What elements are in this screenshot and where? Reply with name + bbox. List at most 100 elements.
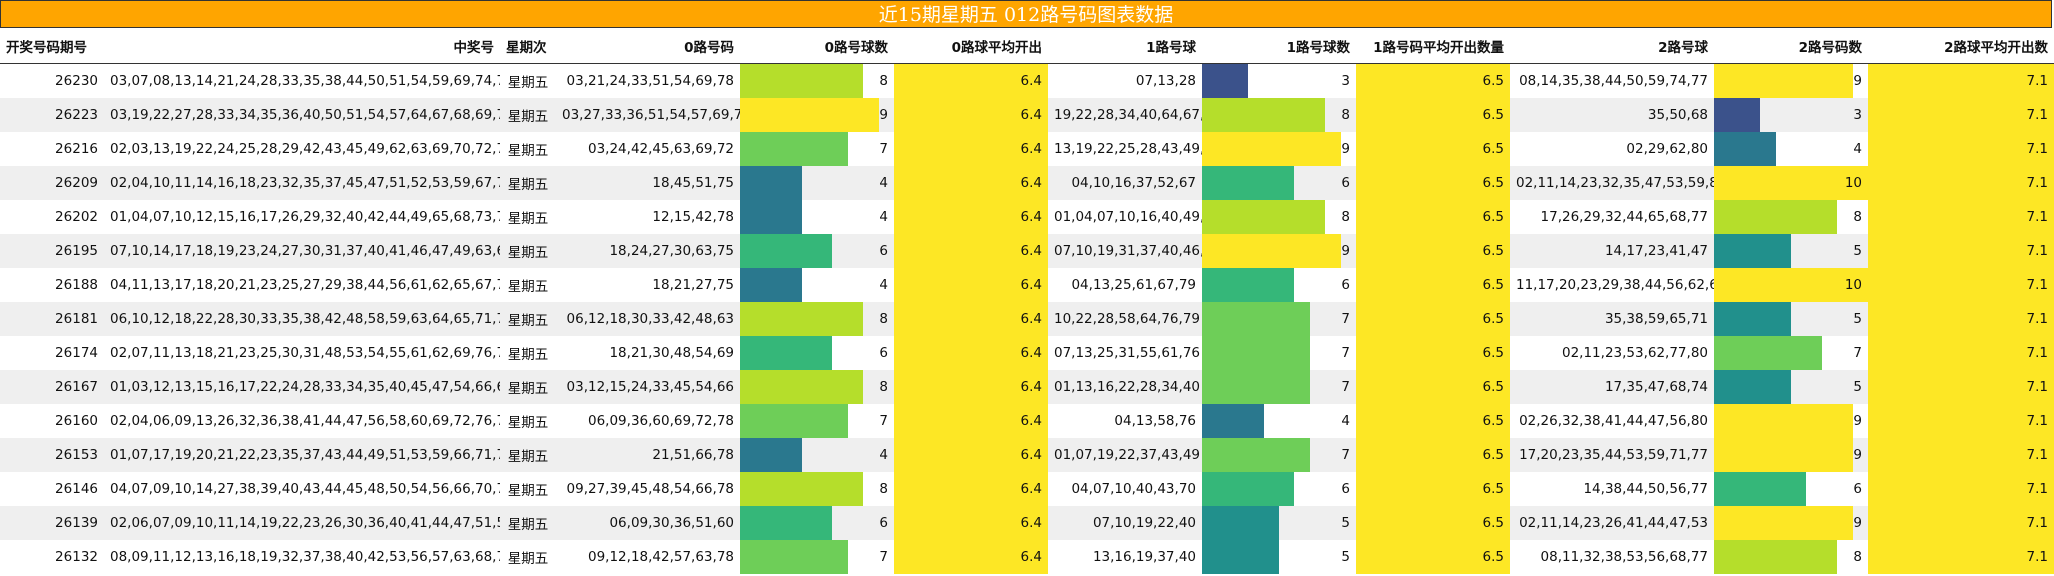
cell-r0-avg: 6.4 — [894, 336, 1048, 370]
cell-r2-numbers: 02,11,14,23,32,35,47,53,59,80 — [1510, 166, 1714, 200]
cell-r2-count: 5 — [1714, 370, 1868, 404]
cell-r0-numbers: 09,27,39,45,48,54,66,78 — [556, 472, 740, 506]
header-numbers[interactable]: 中奖号 — [104, 28, 500, 64]
count-value: 9 — [1341, 243, 1350, 259]
count-value: 4 — [879, 209, 888, 225]
cell-r2-avg: 7.1 — [1868, 336, 2054, 370]
cell-r0-avg: 6.4 — [894, 370, 1048, 404]
count-value: 5 — [1853, 311, 1862, 327]
header-weekday[interactable]: 星期次 — [500, 28, 556, 64]
cell-winning-numbers: 02,03,13,19,22,24,25,28,29,42,43,45,49,6… — [104, 132, 500, 166]
report-title: 近15期星期五 012路号码图表数据 — [0, 0, 2052, 28]
cell-winning-numbers: 04,11,13,17,18,20,21,23,25,27,29,38,44,5… — [104, 268, 500, 302]
cell-r2-numbers: 02,26,32,38,41,44,47,56,80 — [1510, 404, 1714, 438]
cell-r1-numbers: 07,10,19,22,40 — [1048, 506, 1202, 540]
count-value: 9 — [1853, 73, 1862, 89]
cell-r0-numbers: 18,21,30,48,54,69 — [556, 336, 740, 370]
count-value: 9 — [1853, 515, 1862, 531]
table-row: 26167 01,03,12,13,15,16,17,22,24,28,33,34… — [0, 370, 2054, 404]
header-r0-count[interactable]: 0路号球数 — [740, 28, 894, 64]
header-r2-numbers[interactable]: 2路号球 — [1510, 28, 1714, 64]
cell-r2-count: 3 — [1714, 98, 1868, 132]
cell-r1-numbers: 04,10,16,37,52,67 — [1048, 166, 1202, 200]
cell-weekday: 星期五 — [500, 268, 556, 302]
count-value: 10 — [1844, 277, 1862, 293]
header-period[interactable]: 开奖号码期号 — [0, 28, 104, 64]
cell-r1-avg: 6.5 — [1356, 234, 1510, 268]
header-r0-avg[interactable]: 0路球平均开出 — [894, 28, 1048, 64]
table-row: 26139 02,06,07,09,10,11,14,19,22,23,26,30… — [0, 506, 2054, 540]
count-value: 6 — [1853, 481, 1862, 497]
count-value: 10 — [1844, 175, 1862, 191]
cell-r2-count: 9 — [1714, 404, 1868, 438]
header-r0-numbers[interactable]: 0路号码 — [556, 28, 740, 64]
cell-r2-numbers: 14,17,23,41,47 — [1510, 234, 1714, 268]
cell-r1-avg: 6.5 — [1356, 506, 1510, 540]
cell-period: 26146 — [0, 472, 104, 506]
cell-r2-count: 9 — [1714, 438, 1868, 472]
cell-r1-count: 3 — [1202, 63, 1356, 98]
cell-r0-avg: 6.4 — [894, 268, 1048, 302]
cell-r0-numbers: 18,24,27,30,63,75 — [556, 234, 740, 268]
cell-period: 26202 — [0, 200, 104, 234]
cell-r0-avg: 6.4 — [894, 472, 1048, 506]
cell-r1-numbers: 04,07,10,40,43,70 — [1048, 472, 1202, 506]
header-r1-avg[interactable]: 1路号码平均开出数量 — [1356, 28, 1510, 64]
cell-r1-avg: 6.5 — [1356, 302, 1510, 336]
cell-r0-avg: 6.4 — [894, 540, 1048, 574]
header-r2-count[interactable]: 2路号码数 — [1714, 28, 1868, 64]
cell-r1-avg: 6.5 — [1356, 404, 1510, 438]
header-r2-avg[interactable]: 2路球平均开出数 — [1868, 28, 2054, 64]
count-value: 4 — [1341, 413, 1350, 429]
cell-period: 26139 — [0, 506, 104, 540]
count-value: 9 — [1341, 141, 1350, 157]
cell-r0-avg: 6.4 — [894, 404, 1048, 438]
table-row: 26188 04,11,13,17,18,20,21,23,25,27,29,38… — [0, 268, 2054, 302]
count-value: 3 — [1853, 107, 1862, 123]
cell-r1-count: 6 — [1202, 166, 1356, 200]
cell-r2-numbers: 02,11,23,53,62,77,80 — [1510, 336, 1714, 370]
cell-r1-avg: 6.5 — [1356, 98, 1510, 132]
table-row: 26153 01,07,17,19,20,21,22,23,35,37,43,44… — [0, 438, 2054, 472]
count-value: 6 — [1341, 481, 1350, 497]
cell-r1-numbers: 19,22,28,34,40,64,67,79 — [1048, 98, 1202, 132]
cell-r0-count: 8 — [740, 63, 894, 98]
cell-r1-avg: 6.5 — [1356, 438, 1510, 472]
cell-weekday: 星期五 — [500, 234, 556, 268]
cell-period: 26195 — [0, 234, 104, 268]
header-r1-count[interactable]: 1路号球数 — [1202, 28, 1356, 64]
cell-winning-numbers: 01,04,07,10,12,15,16,17,26,29,32,40,42,4… — [104, 200, 500, 234]
cell-winning-numbers: 08,09,11,12,13,16,18,19,32,37,38,40,42,5… — [104, 540, 500, 574]
count-value: 5 — [1853, 243, 1862, 259]
table-row: 26223 03,19,22,27,28,33,34,35,36,40,50,51… — [0, 98, 2054, 132]
cell-r0-count: 6 — [740, 234, 894, 268]
cell-r0-avg: 6.4 — [894, 63, 1048, 98]
cell-r1-numbers: 01,04,07,10,16,40,49,73 — [1048, 200, 1202, 234]
cell-r0-count: 7 — [740, 404, 894, 438]
count-value: 8 — [1853, 209, 1862, 225]
cell-weekday: 星期五 — [500, 370, 556, 404]
count-value: 9 — [1853, 447, 1862, 463]
count-value: 8 — [879, 311, 888, 327]
cell-r0-numbers: 03,12,15,24,33,45,54,66 — [556, 370, 740, 404]
header-r1-numbers[interactable]: 1路号球 — [1048, 28, 1202, 64]
cell-r1-avg: 6.5 — [1356, 540, 1510, 574]
cell-r2-count: 8 — [1714, 200, 1868, 234]
cell-r1-count: 9 — [1202, 234, 1356, 268]
cell-winning-numbers: 02,04,06,09,13,26,32,36,38,41,44,47,56,5… — [104, 404, 500, 438]
cell-r1-avg: 6.5 — [1356, 336, 1510, 370]
count-value: 8 — [879, 379, 888, 395]
cell-winning-numbers: 06,10,12,18,22,28,30,33,35,38,42,48,58,5… — [104, 302, 500, 336]
cell-winning-numbers: 03,19,22,27,28,33,34,35,36,40,50,51,54,5… — [104, 98, 500, 132]
cell-weekday: 星期五 — [500, 132, 556, 166]
cell-r2-avg: 7.1 — [1868, 472, 2054, 506]
cell-r0-numbers: 06,09,36,60,69,72,78 — [556, 404, 740, 438]
cell-r2-numbers: 11,17,20,23,29,38,44,56,62,65 — [1510, 268, 1714, 302]
cell-r2-avg: 7.1 — [1868, 540, 2054, 574]
cell-r0-numbers: 12,15,42,78 — [556, 200, 740, 234]
cell-period: 26188 — [0, 268, 104, 302]
count-value: 5 — [1853, 379, 1862, 395]
count-value: 6 — [879, 345, 888, 361]
table-row: 26160 02,04,06,09,13,26,32,36,38,41,44,47… — [0, 404, 2054, 438]
cell-r1-avg: 6.5 — [1356, 268, 1510, 302]
